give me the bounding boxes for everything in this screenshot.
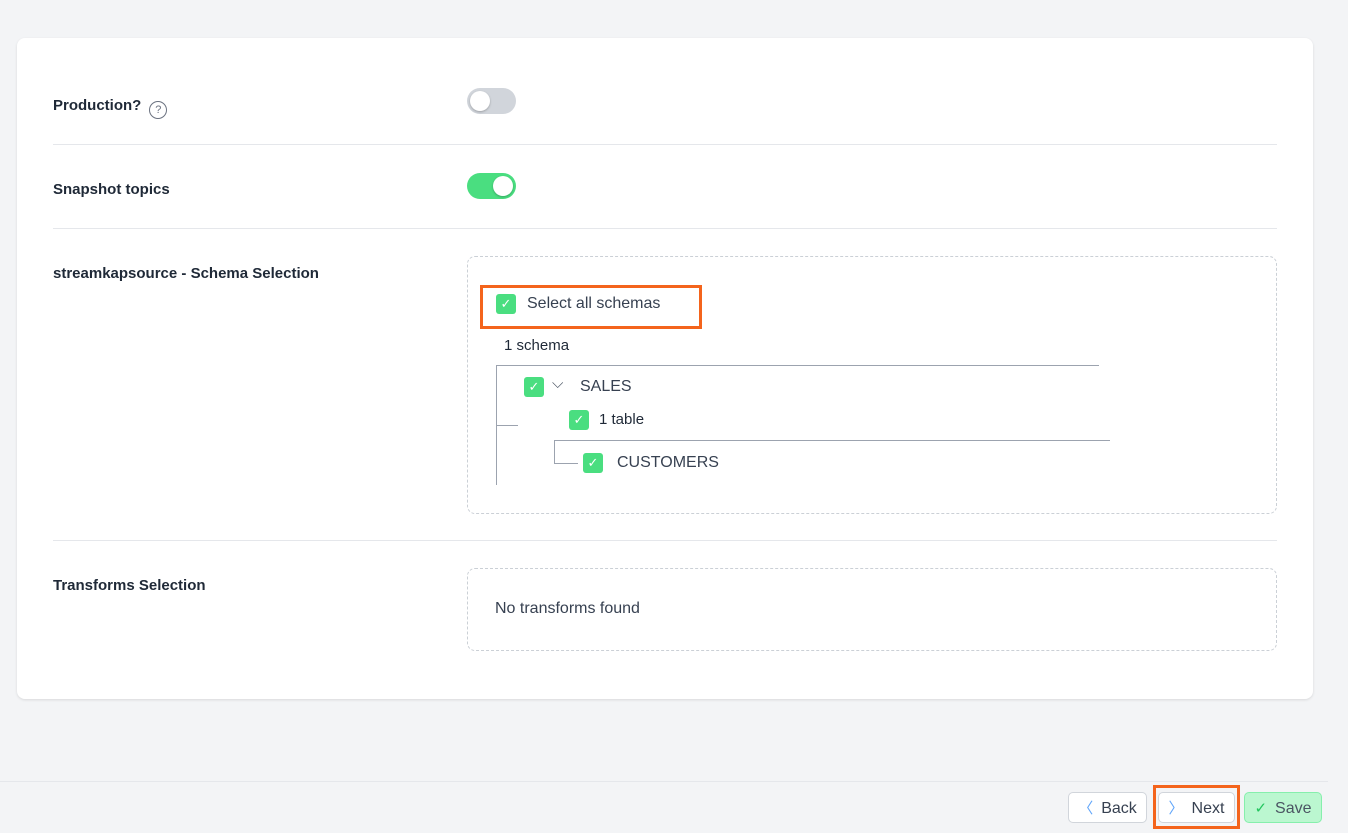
settings-card: Production?? Snapshot topics streamkapso… bbox=[17, 38, 1313, 699]
divider bbox=[53, 144, 1277, 145]
no-transforms-message: No transforms found bbox=[495, 600, 640, 617]
transforms-selection-label: Transforms Selection bbox=[53, 577, 206, 594]
select-all-highlight bbox=[480, 285, 702, 329]
check-icon: ✓ bbox=[1254, 800, 1268, 817]
schema-sales-checkbox[interactable]: ✓ bbox=[524, 377, 544, 397]
tree-line bbox=[496, 425, 518, 426]
next-highlight bbox=[1153, 785, 1240, 829]
save-button[interactable]: ✓ Save bbox=[1244, 792, 1322, 823]
tree-line bbox=[554, 463, 578, 464]
schema-selection-label: streamkapsource - Schema Selection bbox=[53, 265, 319, 282]
table-customers-checkbox[interactable]: ✓ bbox=[583, 453, 603, 473]
table-count: 1 table bbox=[599, 411, 645, 428]
transforms-box: No transforms found bbox=[467, 568, 1277, 651]
table-group-checkbox[interactable]: ✓ bbox=[569, 410, 589, 430]
divider bbox=[53, 228, 1277, 229]
toggle-knob bbox=[493, 176, 513, 196]
divider bbox=[53, 540, 1277, 541]
snapshot-topics-toggle[interactable] bbox=[467, 173, 516, 199]
chevron-left-icon: 〈 bbox=[1078, 800, 1094, 817]
toggle-knob bbox=[470, 91, 490, 111]
chevron-down-icon[interactable]: ⌵ bbox=[552, 375, 563, 392]
back-button[interactable]: 〈 Back bbox=[1068, 792, 1147, 823]
help-icon[interactable]: ? bbox=[149, 101, 168, 119]
footer-bar: 〈 Back 〉 Next ✓ Save bbox=[0, 781, 1328, 833]
schema-name: SALES bbox=[580, 378, 632, 395]
schema-count: 1 schema bbox=[504, 337, 570, 354]
production-toggle[interactable] bbox=[467, 88, 516, 114]
production-label: Production?? bbox=[53, 97, 168, 119]
tree-line bbox=[554, 440, 1110, 441]
tree-line bbox=[554, 440, 555, 463]
tree-line bbox=[496, 365, 1099, 366]
table-name: CUSTOMERS bbox=[617, 454, 719, 471]
snapshot-topics-label: Snapshot topics bbox=[53, 181, 170, 198]
